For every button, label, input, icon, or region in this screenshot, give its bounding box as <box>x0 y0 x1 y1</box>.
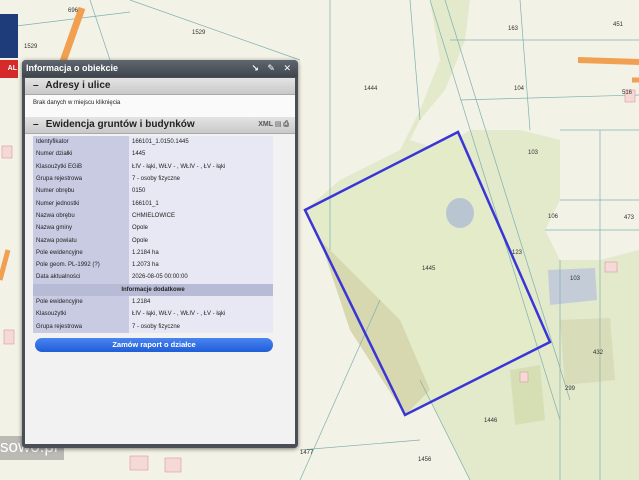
table-row: Grupa rejestrowa 7 - osoby fizyczne <box>33 320 273 333</box>
attribute-key: Numer obrębu <box>33 185 129 198</box>
parcel-label: 1444 <box>364 86 378 92</box>
attribute-value: 1.2184 <box>129 295 273 309</box>
attribute-value: 2026-08-05 00:00:00 <box>129 271 273 284</box>
table-row: Pole ewidencyjne 1.2184 ha <box>33 246 273 259</box>
panel-titlebar[interactable]: Informacja o obiekcie ↘ ✎ ✕ <box>22 60 298 77</box>
collapse-icon[interactable]: – <box>33 78 43 94</box>
parcel-label: 299 <box>565 386 576 392</box>
parcel-label: 1446 <box>484 418 498 424</box>
attribute-key: Numer działki <box>33 148 129 161</box>
attribute-key: Identyfikator <box>33 136 129 149</box>
brand-logo <box>0 14 18 58</box>
parcel-label: 103 <box>528 150 539 156</box>
table-row: Klasoużytki EGiB ŁIV - łąki, WŁV - , WŁIV… <box>33 160 273 173</box>
attribute-key: Data aktualności <box>33 271 129 284</box>
parcel-label: 163 <box>508 26 519 32</box>
parcel-label: 106 <box>548 214 559 220</box>
attribute-key: Nazwa obrębu <box>33 209 129 223</box>
attribute-value: 1445 <box>129 148 273 161</box>
table-row: Pole ewidencyjne 1.2184 <box>33 295 273 309</box>
table-row: Klasoużytki ŁIV - łąki, WŁV - , WŁIV - , … <box>33 308 273 321</box>
table-row: Identyfikator 166101_1.0150.1445 <box>33 136 273 149</box>
attribute-value: CHMIELOWICE <box>129 209 273 223</box>
table-row: Nazwa obrębu CHMIELOWICE <box>33 209 273 223</box>
parcel-label: 103 <box>570 276 581 282</box>
section-address-header[interactable]: – Adresy i ulice <box>25 78 295 95</box>
attribute-value: Opole <box>129 222 273 235</box>
attribute-key: Pole geom. PL-1992 (?) <box>33 258 129 272</box>
parcel-label: 1456 <box>418 457 432 463</box>
attribute-value: Opole <box>129 234 273 247</box>
panel-body: – Adresy i ulice Brak danych w miejscu k… <box>25 78 295 444</box>
attribute-key: Nazwa powiatu <box>33 234 129 247</box>
attribute-value: ŁIV - łąki, WŁV - , WŁIV - , ŁV - łąki <box>129 160 273 173</box>
panel-window-controls[interactable]: ↘ ✎ ✕ <box>251 60 294 77</box>
parcel-label: 123 <box>512 250 523 256</box>
object-info-panel: Informacja o obiekcie ↘ ✎ ✕ – Adresy i u… <box>22 60 298 448</box>
attribute-key: Grupa rejestrowa <box>33 172 129 186</box>
attribute-key: Numer jednostki <box>33 197 129 210</box>
section-address-title: Adresy i ulice <box>45 80 111 91</box>
attribute-value: 7 - osoby fizyczne <box>129 320 273 333</box>
address-empty-message: Brak danych w miejscu kliknięcia <box>25 95 295 117</box>
table-row: Data aktualności 2026-08-05 00:00:00 <box>33 271 273 284</box>
panel-title: Informacja o obiekcie <box>26 63 119 73</box>
table-row: Numer obrębu 0150 <box>33 185 273 198</box>
table-row: Nazwa powiatu Opole <box>33 234 273 247</box>
attributes-table: Identyfikator 166101_1.0150.1445 Numer dzi… <box>33 136 273 333</box>
parcel-label: 104 <box>514 86 525 92</box>
parcel-label: 696 <box>68 8 79 14</box>
table-row: Grupa rejestrowa 7 - osoby fizyczne <box>33 172 273 186</box>
attribute-value: 1.2184 ha <box>129 246 273 259</box>
table-row: Numer jednostki 166101_1 <box>33 197 273 210</box>
attribute-value: 1.2073 ha <box>129 258 273 272</box>
table-row: Nazwa gminy Opole <box>33 222 273 235</box>
table-row: Numer działki 1445 <box>33 148 273 161</box>
attribute-value: 166101_1.0150.1445 <box>129 136 273 149</box>
attribute-key: Pole ewidencyjne <box>33 246 129 259</box>
parcel-label: 432 <box>593 350 604 356</box>
parcel-label: 1529 <box>24 44 38 50</box>
parcel-label: 1529 <box>192 30 206 36</box>
parcel-label: 1477 <box>300 450 314 456</box>
parcel-label: 516 <box>622 90 633 96</box>
order-report-button[interactable]: Zamów raport o działce <box>35 337 273 352</box>
attribute-key: Pole ewidencyjne <box>33 295 129 309</box>
parcel-label: 451 <box>613 22 624 28</box>
attribute-key: Klasoużytki EGiB <box>33 160 129 173</box>
additional-info-title: Informacje dodatkowe <box>33 283 273 296</box>
parcel-label: 473 <box>624 215 635 221</box>
attribute-value: 0150 <box>129 185 273 198</box>
attribute-value: 166101_1 <box>129 197 273 210</box>
additional-info-header: Informacje dodatkowe <box>33 283 273 296</box>
table-row: Pole geom. PL-1992 (?) 1.2073 ha <box>33 258 273 272</box>
section-egib-title: Ewidencja gruntów i budynków <box>45 119 195 130</box>
collapse-icon[interactable]: – <box>33 117 43 133</box>
export-icons[interactable]: XML ▤ ⎙ <box>258 117 289 133</box>
brand-logo-red: AL <box>0 60 18 78</box>
attribute-value: ŁIV - łąki, WŁV - , WŁIV - , ŁV - łąki <box>129 308 273 321</box>
attribute-key: Nazwa gminy <box>33 222 129 235</box>
attribute-key: Klasoużytki <box>33 308 129 321</box>
section-egib-header[interactable]: – Ewidencja gruntów i budynków XML ▤ ⎙ <box>25 117 295 134</box>
attribute-key: Grupa rejestrowa <box>33 320 129 333</box>
parcel-label: 1445 <box>422 266 436 272</box>
attribute-value: 7 - osoby fizyczne <box>129 172 273 186</box>
